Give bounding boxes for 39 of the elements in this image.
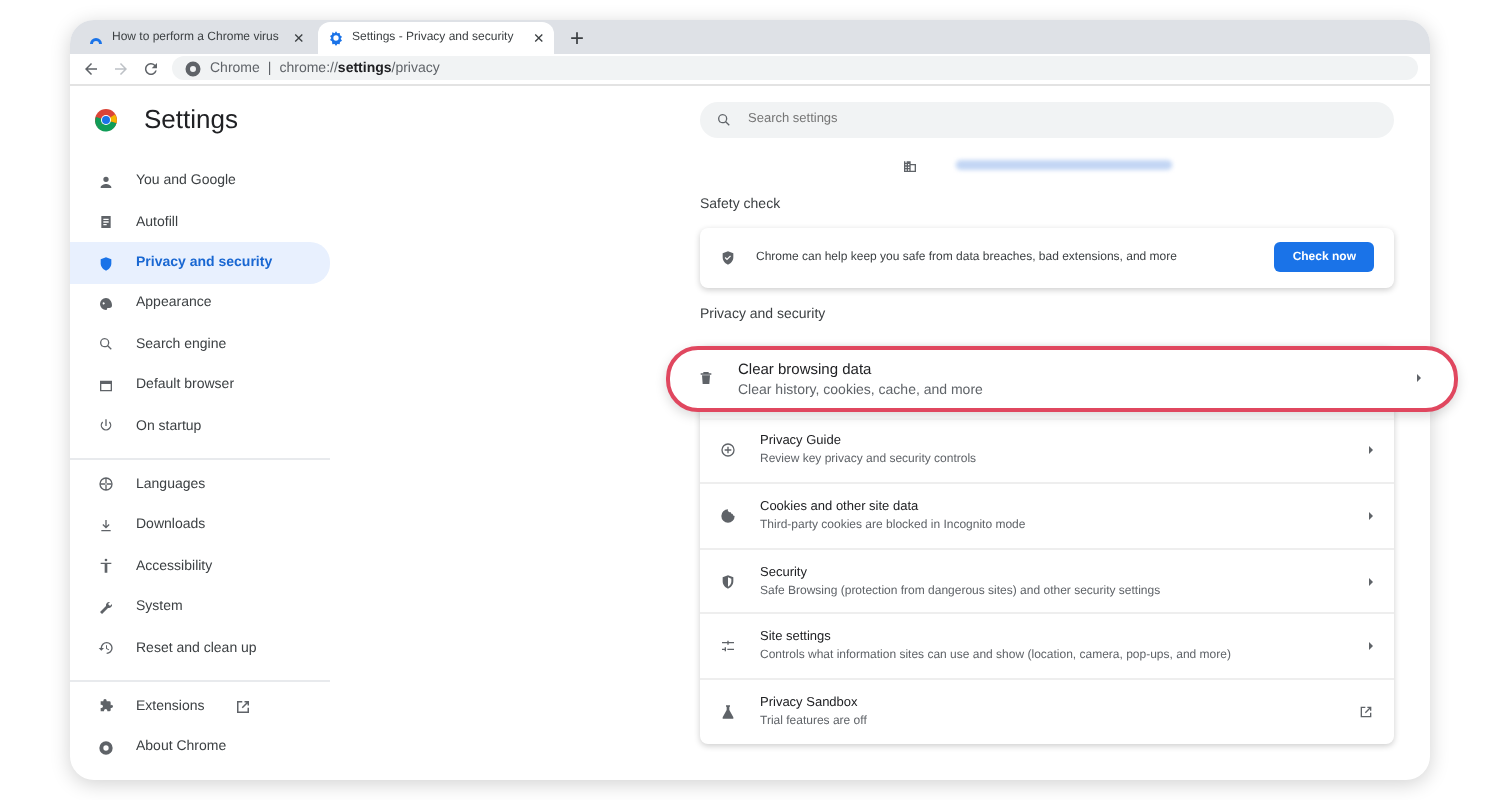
figure-icon bbox=[98, 558, 114, 575]
external-link-icon bbox=[234, 697, 253, 716]
compass-icon bbox=[720, 442, 736, 459]
chevron-right-icon bbox=[1368, 511, 1374, 520]
chevron-right-icon bbox=[1416, 374, 1422, 383]
shield-icon bbox=[98, 255, 114, 271]
clock-icon bbox=[98, 640, 114, 657]
shield-check-icon bbox=[720, 249, 736, 266]
search-icon bbox=[98, 336, 114, 353]
reload-icon[interactable] bbox=[142, 59, 160, 78]
globe-icon bbox=[98, 476, 114, 493]
palette-icon bbox=[98, 295, 114, 312]
chrome-logo-icon bbox=[94, 107, 118, 132]
flask-icon bbox=[720, 703, 736, 720]
clipboard-icon bbox=[98, 214, 114, 231]
shield-icon bbox=[720, 573, 736, 590]
circle-logo-icon bbox=[98, 739, 114, 756]
puzzle-icon bbox=[98, 698, 114, 715]
circle-logo-icon bbox=[184, 59, 202, 78]
new-tab-button[interactable]: + bbox=[558, 22, 597, 55]
cookie-icon bbox=[720, 507, 736, 524]
chevron-right-icon bbox=[1368, 642, 1374, 651]
browser-window-icon bbox=[98, 377, 114, 394]
external-link-icon bbox=[1358, 703, 1374, 720]
trash-icon bbox=[698, 370, 714, 387]
settings-title: Settings bbox=[144, 104, 238, 135]
wrench-icon bbox=[98, 599, 114, 616]
download-icon bbox=[98, 517, 114, 534]
search-icon bbox=[716, 111, 732, 128]
power-icon bbox=[98, 418, 114, 435]
close-button[interactable]: × bbox=[293, 29, 304, 48]
close-button[interactable]: × bbox=[533, 29, 544, 48]
person-icon bbox=[98, 173, 114, 190]
chevron-right-icon bbox=[1368, 577, 1374, 586]
settings-icon bbox=[328, 30, 344, 47]
sliders-icon bbox=[720, 638, 736, 655]
back-icon[interactable] bbox=[82, 59, 100, 78]
chevron-right-icon bbox=[1368, 446, 1374, 455]
building-icon bbox=[901, 157, 917, 174]
